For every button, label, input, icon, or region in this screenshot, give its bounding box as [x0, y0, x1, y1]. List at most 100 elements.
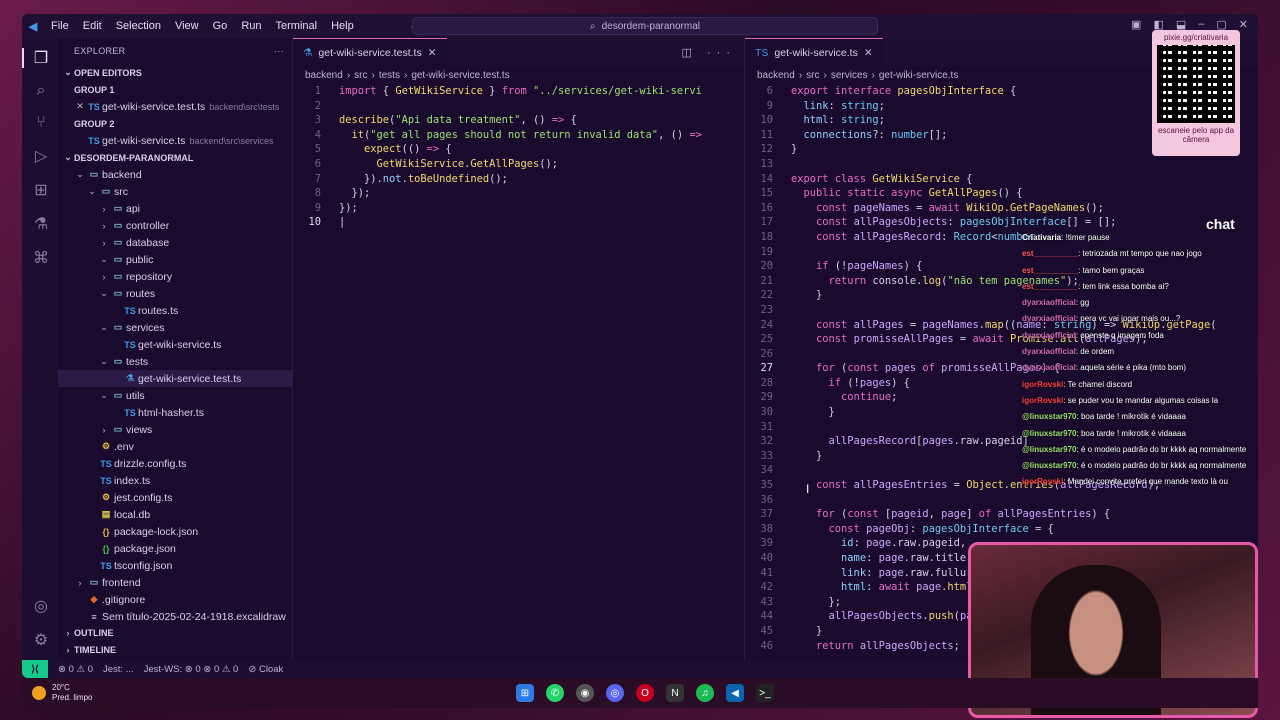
discord-icon[interactable]: ◎ — [606, 684, 624, 702]
file-package-lock.json[interactable]: {} package-lock.json — [58, 523, 292, 540]
file-drizzle.config.ts[interactable]: TS drizzle.config.ts — [58, 455, 292, 472]
breadcrumb-item[interactable]: src — [354, 70, 367, 81]
search-view-icon[interactable]: ⌕ — [22, 82, 58, 100]
folder-services[interactable]: ⌄ ▭ services — [58, 319, 292, 336]
folder-frontend[interactable]: › ▭ frontend — [58, 574, 292, 591]
spotify-icon[interactable]: ♫ — [696, 684, 714, 702]
open-editor-item-test[interactable]: ✕ TS get-wiki-service.test.ts backend\sr… — [58, 98, 292, 115]
tree-item-label: get-wiki-service.test.ts — [138, 372, 242, 385]
menu-item-file[interactable]: File — [44, 20, 76, 32]
file-Sem título-2025-02-24-1918.excalidraw[interactable]: ≡ Sem título-2025-02-24-1918.excalidraw — [58, 608, 292, 625]
file-index.ts[interactable]: TS index.ts — [58, 472, 292, 489]
menu-item-help[interactable]: Help — [324, 20, 361, 32]
jest-status[interactable]: Jest: ... — [103, 664, 134, 675]
file-html-hasher.ts[interactable]: TS html-hasher.ts — [58, 404, 292, 421]
account-icon[interactable]: ◎ — [22, 596, 58, 616]
chat-text: openste q imagem foda — [1080, 330, 1164, 340]
whatsapp-icon[interactable]: ✆ — [546, 684, 564, 702]
editor-actions[interactable]: ◫ ··· — [682, 46, 744, 59]
explorer-title: EXPLORER — [74, 46, 126, 56]
problems-indicator[interactable]: ⊗ 0 ⚠ 0 — [58, 664, 93, 675]
menu-item-run[interactable]: Run — [234, 20, 268, 32]
project-section[interactable]: ⌄ DESORDEM-PARANORMAL — [58, 149, 292, 166]
folder-database[interactable]: › ▭ database — [58, 234, 292, 251]
open-editor-item-service[interactable]: TS get-wiki-service.ts backend\src\servi… — [58, 132, 292, 149]
chat-message: @linuxstar970: boa tarde ! mikrotik é vi… — [1022, 428, 1186, 438]
close-icon[interactable]: ✕ — [74, 101, 86, 112]
menu-item-edit[interactable]: Edit — [76, 20, 109, 32]
breadcrumb-item[interactable]: get-wiki-service.test.ts — [411, 70, 509, 81]
folder-routes[interactable]: ⌄ ▭ routes — [58, 285, 292, 302]
windows-start-icon[interactable]: ⊞ — [516, 684, 534, 702]
open-editors-section[interactable]: ⌄ OPEN EDITORS — [58, 64, 292, 81]
remote-explorer-icon[interactable]: ⌘ — [22, 248, 58, 268]
breadcrumb-item[interactable]: get-wiki-service.ts — [879, 70, 958, 81]
vscode-taskbar-icon[interactable]: ◀ — [726, 684, 744, 702]
folder-views[interactable]: › ▭ views — [58, 421, 292, 438]
folder-repository[interactable]: › ▭ repository — [58, 268, 292, 285]
tab-service-file[interactable]: TS get-wiki-service.ts ✕ — [745, 38, 883, 66]
file-package.json[interactable]: {} package.json — [58, 540, 292, 557]
group-2-label[interactable]: GROUP 2 — [58, 115, 292, 132]
folder-backend[interactable]: ⌄ ▭ backend — [58, 166, 292, 183]
terminal-icon[interactable]: >_ — [756, 684, 774, 702]
remote-indicator-icon[interactable]: ⟩⟨ — [22, 660, 48, 678]
folder-api[interactable]: › ▭ api — [58, 200, 292, 217]
menu-item-go[interactable]: Go — [206, 20, 235, 32]
tab-test-file[interactable]: ⚗ get-wiki-service.test.ts ✕ — [293, 38, 447, 66]
file-routes.ts[interactable]: TS routes.ts — [58, 302, 292, 319]
file-tsconfig.json[interactable]: TS tsconfig.json — [58, 557, 292, 574]
folder-controller[interactable]: › ▭ controller — [58, 217, 292, 234]
file-.env[interactable]: ⚙ .env — [58, 438, 292, 455]
chat-username: Criativaria — [1022, 233, 1062, 242]
chat-message: dyarxiaofficial: pera vc vai jogar mais … — [1022, 314, 1181, 324]
cloak-status[interactable]: ⊘ Cloak — [248, 664, 283, 675]
close-window-icon[interactable]: ✕ — [1239, 18, 1248, 31]
group-1-label[interactable]: GROUP 1 — [58, 81, 292, 98]
breadcrumb-item[interactable]: src — [806, 70, 819, 81]
explorer-icon[interactable]: ❐ — [22, 48, 58, 68]
folder-public[interactable]: ⌄ ▭ public — [58, 251, 292, 268]
opera-icon[interactable]: O — [636, 684, 654, 702]
chat-message: dyarxiaofficial: gg — [1022, 298, 1090, 308]
more-actions-icon[interactable]: ··· — [274, 46, 284, 56]
chat-message: Criativaria: !timer pause — [1022, 233, 1110, 242]
source-control-icon[interactable]: ⑂ — [22, 114, 58, 132]
chat-username: @linuxstar970 — [1022, 461, 1077, 471]
settings-gear-icon[interactable]: ⚙ — [22, 630, 58, 650]
breadcrumb-item[interactable]: tests — [379, 70, 400, 81]
github-icon[interactable]: ◉ — [576, 684, 594, 702]
tree-item-label: routes.ts — [138, 304, 179, 317]
file-get-wiki-service.test.ts[interactable]: ⚗ get-wiki-service.test.ts — [58, 370, 292, 387]
chevron-down-icon: ⌄ — [100, 390, 108, 400]
chevron-right-icon: › — [66, 644, 70, 655]
menu-item-selection[interactable]: Selection — [109, 20, 168, 32]
breadcrumb-item[interactable]: services — [831, 70, 868, 81]
breadcrumb-separator-icon: › — [871, 69, 875, 81]
breadcrumb-item[interactable]: backend — [757, 70, 795, 81]
close-tab-icon[interactable]: ✕ — [428, 47, 437, 59]
weather-widget[interactable]: 20°C Pred. limpo — [32, 683, 92, 703]
file-local.db[interactable]: ▤ local.db — [58, 506, 292, 523]
timeline-section[interactable]: › TIMELINE — [58, 641, 292, 658]
menu-item-terminal[interactable]: Terminal — [269, 20, 325, 32]
outline-section[interactable]: › OUTLINE — [58, 624, 292, 641]
folder-src[interactable]: ⌄ ▭ src — [58, 183, 292, 200]
breadcrumb-item[interactable]: backend — [305, 70, 343, 81]
folder-tests[interactable]: ⌄ ▭ tests — [58, 353, 292, 370]
extensions-icon[interactable]: ⊞ — [22, 180, 58, 200]
title-bar: ◀ File Edit Selection View Go Run Terminal Help… — [22, 14, 1258, 38]
code-area[interactable]: 1 import { GetWikiService } from "../serv… — [293, 84, 744, 230]
file-get-wiki-service.ts[interactable]: TS get-wiki-service.ts — [58, 336, 292, 353]
jest-ws-status[interactable]: Jest-WS: ⊗ 0 ⊗ 0 ⚠ 0 — [144, 664, 239, 675]
file-jest.config.ts[interactable]: ⚙ jest.config.ts — [58, 489, 292, 506]
close-tab-icon[interactable]: ✕ — [864, 47, 873, 59]
folder-utils[interactable]: ⌄ ▭ utils — [58, 387, 292, 404]
run-debug-icon[interactable]: ▷ — [22, 146, 58, 166]
testing-icon[interactable]: ⚗ — [22, 214, 58, 234]
notion-icon[interactable]: N — [666, 684, 684, 702]
menu-item-view[interactable]: View — [168, 20, 206, 32]
layout-icon[interactable]: ▣ — [1131, 18, 1141, 31]
command-center-search[interactable]: ⌕ desordem-paranormal — [412, 17, 878, 35]
file-.gitignore[interactable]: ◆ .gitignore — [58, 591, 292, 608]
